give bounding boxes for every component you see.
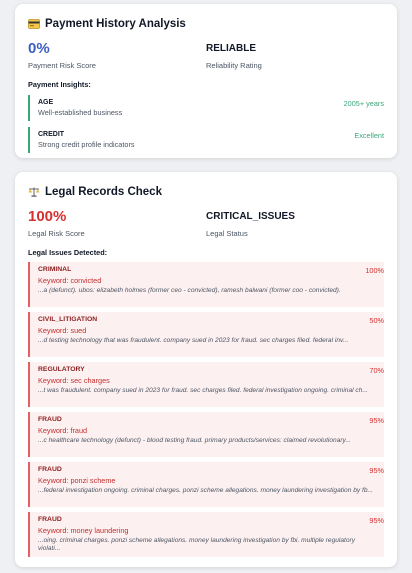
- payment-risk-score-label: Payment Risk Score: [28, 61, 96, 70]
- issue-snippet: ...d testing technology that was fraudul…: [38, 337, 349, 344]
- issue-keyword: Keyword: fraud: [38, 426, 88, 435]
- issue-snippet: ...t was fraudulent. company sued in 202…: [38, 387, 368, 394]
- reliability-metric: RELIABLE Reliability Rating: [206, 40, 384, 70]
- legal-status-value: CRITICAL_ISSUES: [206, 211, 295, 222]
- issue-category: FRAUD: [38, 516, 62, 523]
- legal-risk-score-value: 100%: [28, 208, 67, 225]
- insight-age: AGE Well-established business 2005+ year…: [28, 95, 384, 121]
- balance-scale-icon: [28, 187, 40, 197]
- payment-history-card: Payment History Analysis 0% Payment Risk…: [15, 4, 397, 158]
- issue-percentage: 95%: [369, 416, 384, 425]
- issue-category: CRIMINAL: [38, 266, 72, 273]
- issue-percentage: 100%: [365, 266, 384, 275]
- insight-desc: Well-established business: [38, 108, 123, 117]
- legal-issue-item: FRAUD Keyword: fraud ...c healthcare tec…: [28, 412, 384, 457]
- issue-category: FRAUD: [38, 416, 62, 423]
- issue-snippet: ...oing. criminal charges. ponzi scheme …: [38, 537, 356, 553]
- issue-category: CIVIL_LITIGATION: [38, 316, 98, 323]
- insight-desc: Strong credit profile indicators: [38, 140, 135, 149]
- payment-history-title-row: Payment History Analysis: [28, 16, 384, 32]
- payment-risk-score-value: 0%: [28, 40, 50, 57]
- issue-percentage: 95%: [369, 466, 384, 475]
- issue-snippet: ...a (defunct). ubos: elizabeth holmes (…: [38, 287, 341, 294]
- payment-history-title: Payment History Analysis: [45, 18, 186, 30]
- insight-value: Excellent: [354, 131, 384, 140]
- legal-issues-heading: Legal Issues Detected:: [28, 248, 108, 257]
- legal-records-card: Legal Records Check 100% Legal Risk Scor…: [15, 172, 397, 567]
- insight-name: CREDIT: [38, 131, 65, 138]
- issue-snippet: ...federal investigation ongoing. crimin…: [38, 487, 374, 494]
- legal-risk-score-label: Legal Risk Score: [28, 229, 85, 238]
- legal-issue-item: CRIMINAL Keyword: convicted ...a (defunc…: [28, 262, 384, 307]
- legal-status-metric: CRITICAL_ISSUES Legal Status: [206, 208, 384, 238]
- reliability-rating-label: Reliability Rating: [206, 61, 262, 70]
- issue-keyword: Keyword: convicted: [38, 276, 102, 285]
- credit-card-icon: [28, 19, 40, 29]
- payment-insights-heading: Payment Insights:: [28, 80, 91, 89]
- issue-category: REGULATORY: [38, 366, 85, 373]
- legal-records-title-row: Legal Records Check: [28, 184, 384, 200]
- issue-category: FRAUD: [38, 466, 62, 473]
- legal-issue-item: FRAUD Keyword: money laundering ...oing.…: [28, 512, 384, 557]
- insight-credit: CREDIT Strong credit profile indicators …: [28, 127, 384, 153]
- insight-name: AGE: [38, 99, 54, 106]
- issue-keyword: Keyword: ponzi scheme: [38, 476, 116, 485]
- legal-issue-item: REGULATORY Keyword: sec charges ...t was…: [28, 362, 384, 407]
- legal-issue-item: FRAUD Keyword: ponzi scheme ...federal i…: [28, 462, 384, 507]
- issue-percentage: 50%: [369, 316, 384, 325]
- issue-percentage: 95%: [369, 516, 384, 525]
- legal-issue-item: CIVIL_LITIGATION Keyword: sued ...d test…: [28, 312, 384, 357]
- issue-keyword: Keyword: money laundering: [38, 526, 129, 535]
- legal-records-title: Legal Records Check: [45, 186, 162, 198]
- legal-metrics: 100% Legal Risk Score CRITICAL_ISSUES Le…: [28, 208, 384, 238]
- issue-keyword: Keyword: sec charges: [38, 376, 110, 385]
- legal-status-label: Legal Status: [206, 229, 248, 238]
- issue-percentage: 70%: [369, 366, 384, 375]
- issue-snippet: ...c healthcare technology (defunct) - b…: [38, 437, 351, 444]
- payment-metrics: 0% Payment Risk Score RELIABLE Reliabili…: [28, 40, 384, 70]
- issue-keyword: Keyword: sued: [38, 326, 87, 335]
- insight-value: 2005+ years: [343, 99, 384, 108]
- reliability-rating-value: RELIABLE: [206, 43, 256, 54]
- payment-risk-metric: 0% Payment Risk Score: [28, 40, 206, 70]
- legal-risk-metric: 100% Legal Risk Score: [28, 208, 206, 238]
